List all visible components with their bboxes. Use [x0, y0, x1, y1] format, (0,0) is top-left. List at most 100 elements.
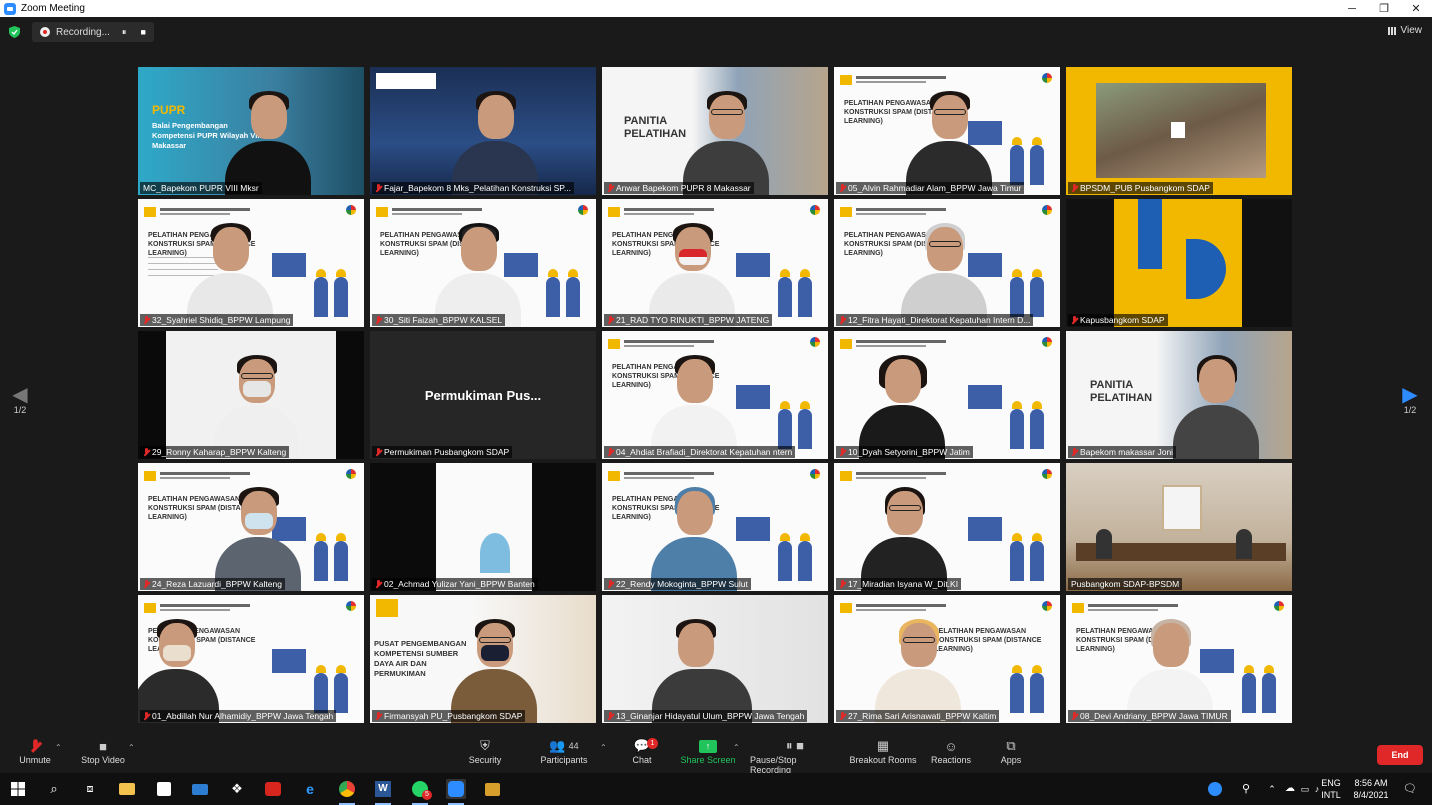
participant-tile[interactable]: PELATIHAN PENGAWASAN KONSTRUKSI SPAM (DI… [834, 595, 1060, 723]
participant-tile[interactable]: PELATIHAN PENGAWASAN KONSTRUKSI SPAM (DI… [602, 463, 828, 591]
participant-name: 24_Reza Lazuardi_BPPW Kalteng [140, 578, 285, 590]
muted-mic-icon [839, 711, 846, 721]
participant-tile[interactable]: PANITIA PELATIHAN Bapekom makassar Joni [1066, 331, 1292, 459]
participant-name: 02_Achmad Yulizar Yani_BPPW Banten [372, 578, 538, 590]
app-red-icon[interactable] [263, 779, 283, 799]
audio-options-chevron-icon[interactable]: ⌃ [55, 743, 62, 752]
participants-options-chevron-icon[interactable]: ⌃ [600, 743, 607, 752]
stop-recording-icon[interactable]: ■ [140, 27, 145, 37]
input-language[interactable]: ENG INTL [1318, 773, 1344, 805]
people-icon[interactable]: ⚲ [1238, 773, 1254, 805]
participant-tile[interactable]: 29_Ronny Kaharap_BPPW Kalteng [138, 331, 364, 459]
view-button[interactable]: View [1387, 25, 1423, 36]
participant-tile[interactable]: PANITIA PELATIHAN Anwar Bapekom PUPR 8 M… [602, 67, 828, 195]
participant-tile[interactable]: BPSDM_PUB Pusbangkom SDAP [1066, 67, 1292, 195]
previous-page-button[interactable]: ◀ 1/2 [10, 385, 30, 415]
window-titlebar: Zoom Meeting ─ ❐ ✕ [0, 0, 1432, 17]
participant-tile[interactable]: PUPR Balai Pengembangan Kompetensi PUPR … [138, 67, 364, 195]
whatsapp-badge: 5 [422, 790, 432, 800]
minimize-button[interactable]: ─ [1336, 0, 1368, 17]
participant-name: 21_RAD TYO RINUKTI_BPPW JATENG [604, 314, 773, 326]
maximize-button[interactable]: ❐ [1368, 0, 1400, 17]
shield-icon[interactable] [9, 26, 20, 38]
end-meeting-button[interactable]: End [1377, 745, 1423, 765]
participant-tile[interactable]: Permukiman Pus... Permukiman Pusbangkom … [370, 331, 596, 459]
mail-icon[interactable] [190, 779, 210, 799]
recording-icon [40, 27, 50, 37]
tray-chevron-icon[interactable]: ⌃ [1266, 773, 1278, 805]
edge-icon[interactable]: e [300, 779, 320, 799]
muted-mic-icon [143, 579, 150, 589]
breakout-rooms-label: Breakout Rooms [849, 755, 917, 765]
view-label: View [1400, 25, 1423, 36]
file-explorer-icon[interactable] [117, 779, 137, 799]
participant-tile[interactable]: Kapusbangkom SDAP [1066, 199, 1292, 327]
participant-display-name: Permukiman Pus... [424, 387, 542, 403]
cloud-icon[interactable]: ☁ [1282, 773, 1298, 805]
muted-mic-icon [1071, 447, 1078, 457]
muted-mic-icon [32, 737, 39, 755]
participant-tile[interactable]: PELATIHAN PENGAWASAN KONSTRUKSI SPAM (DI… [834, 199, 1060, 327]
panitia-text: PANITIA PELATIHAN [1090, 379, 1153, 404]
close-button[interactable]: ✕ [1400, 0, 1432, 17]
muted-mic-icon [839, 447, 846, 457]
store-icon[interactable] [154, 779, 174, 799]
word-icon[interactable]: W [373, 779, 393, 805]
participant-tile[interactable]: PELATIHAN PENGAWASAN KONSTRUKSI SPAM (DI… [834, 67, 1060, 195]
network-icon[interactable]: ▭ [1298, 773, 1312, 805]
share-screen-label: Share Screen [680, 755, 736, 765]
shield-icon: ⛨ [480, 738, 490, 753]
participant-tile[interactable]: 17_Miradian Isyana W_Dit.KI [834, 463, 1060, 591]
media-player-icon[interactable] [482, 779, 502, 799]
participant-name: 04_Ahdiat Brafiadi_Direktorat Kepatuhan … [604, 446, 796, 458]
participant-tile[interactable]: PELATIHAN PENGAWASAN KONSTRUKSI SPAM (DI… [138, 199, 364, 327]
participant-tile[interactable]: 13_Ginanjar Hidayatul Ulum_BPPW Jawa Ten… [602, 595, 828, 723]
breakout-rooms-button[interactable]: ▦ Breakout Rooms [848, 737, 918, 765]
participant-name: Pusbangkom SDAP-BPSDM [1068, 578, 1183, 590]
notifications-icon[interactable]: 🗨 [1400, 773, 1420, 805]
clock[interactable]: 8:56 AM 8/4/2021 [1346, 773, 1396, 805]
stop-video-label: Stop Video [81, 755, 125, 765]
muted-mic-icon [375, 579, 382, 589]
participant-name: Firmansyah PU_Pusbangkom SDAP [372, 710, 526, 722]
pause-recording-icon[interactable]: ⏸ [122, 27, 127, 38]
video-options-chevron-icon[interactable]: ⌃ [128, 743, 135, 752]
dropbox-icon[interactable]: ❖ [227, 779, 247, 799]
zoom-app-icon [4, 2, 16, 15]
participant-tile[interactable]: Pusbangkom SDAP-BPSDM [1066, 463, 1292, 591]
participant-tile[interactable]: PELATIHAN PENGAWASAN KONSTRUKSI SPAM (DI… [138, 463, 364, 591]
participant-name: 08_Devi Andriany_BPPW Jawa TIMUR [1068, 710, 1231, 722]
unmute-label: Unmute [19, 755, 51, 765]
security-button[interactable]: ⛨ Security [450, 737, 520, 765]
participant-tile[interactable]: PELATIHAN PENGAWASAN KONSTRUKSI SPAM (DI… [602, 199, 828, 327]
whatsapp-icon[interactable]: 5 [410, 779, 432, 805]
windows-start-icon[interactable] [8, 779, 28, 799]
chat-button[interactable]: 💬 1 Chat [607, 737, 677, 765]
participants-button[interactable]: 👥 44 Participants [529, 737, 599, 765]
arrow-right-icon: ▶ [1402, 384, 1418, 406]
participant-tile[interactable]: Fajar_Bapekom 8 Mks_Pelatihan Konstruksi… [370, 67, 596, 195]
participant-tile[interactable]: PUSAT PENGEMBANGAN KOMPETENSI SUMBER DAY… [370, 595, 596, 723]
zoom-taskbar-icon[interactable] [446, 779, 466, 805]
participant-tile[interactable]: 10_Dyah Setyorini_BPPW Jatim [834, 331, 1060, 459]
task-view-icon[interactable]: ⧈ [80, 779, 100, 799]
participant-tile[interactable]: PELATIHAN PENGAWASAN KONSTRUKSI SPAM (DI… [370, 199, 596, 327]
apps-button[interactable]: ⧉ Apps [976, 737, 1046, 765]
share-options-chevron-icon[interactable]: ⌃ [733, 743, 740, 752]
participant-name: Fajar_Bapekom 8 Mks_Pelatihan Konstruksi… [372, 182, 574, 194]
participant-tile[interactable]: PELATIHAN PENGAWASAN KONSTRUKSI SPAM (DI… [602, 331, 828, 459]
participant-name: BPSDM_PUB Pusbangkom SDAP [1068, 182, 1213, 194]
clock-date: 8/4/2021 [1353, 790, 1389, 800]
muted-mic-icon [375, 315, 382, 325]
chrome-icon[interactable] [337, 779, 357, 805]
pause-stop-recording-button[interactable]: ⏸ ■ Pause/Stop Recording [750, 737, 840, 775]
search-icon[interactable]: ⌕ [44, 779, 64, 799]
next-page-button[interactable]: ▶ 1/2 [1400, 385, 1420, 415]
participant-name: 12_Fitra Hayati_Direktorat Kepatuhan Int… [836, 314, 1034, 326]
participant-tile[interactable]: PELATIHAN PENGAWASAN KONSTRUKSI SPAM (DI… [138, 595, 364, 723]
muted-mic-icon [607, 315, 614, 325]
help-icon[interactable] [1205, 773, 1225, 805]
reactions-label: Reactions [930, 755, 972, 765]
participant-tile[interactable]: PELATIHAN PENGAWASAN KONSTRUKSI SPAM (DI… [1066, 595, 1292, 723]
participant-tile[interactable]: 02_Achmad Yulizar Yani_BPPW Banten [370, 463, 596, 591]
